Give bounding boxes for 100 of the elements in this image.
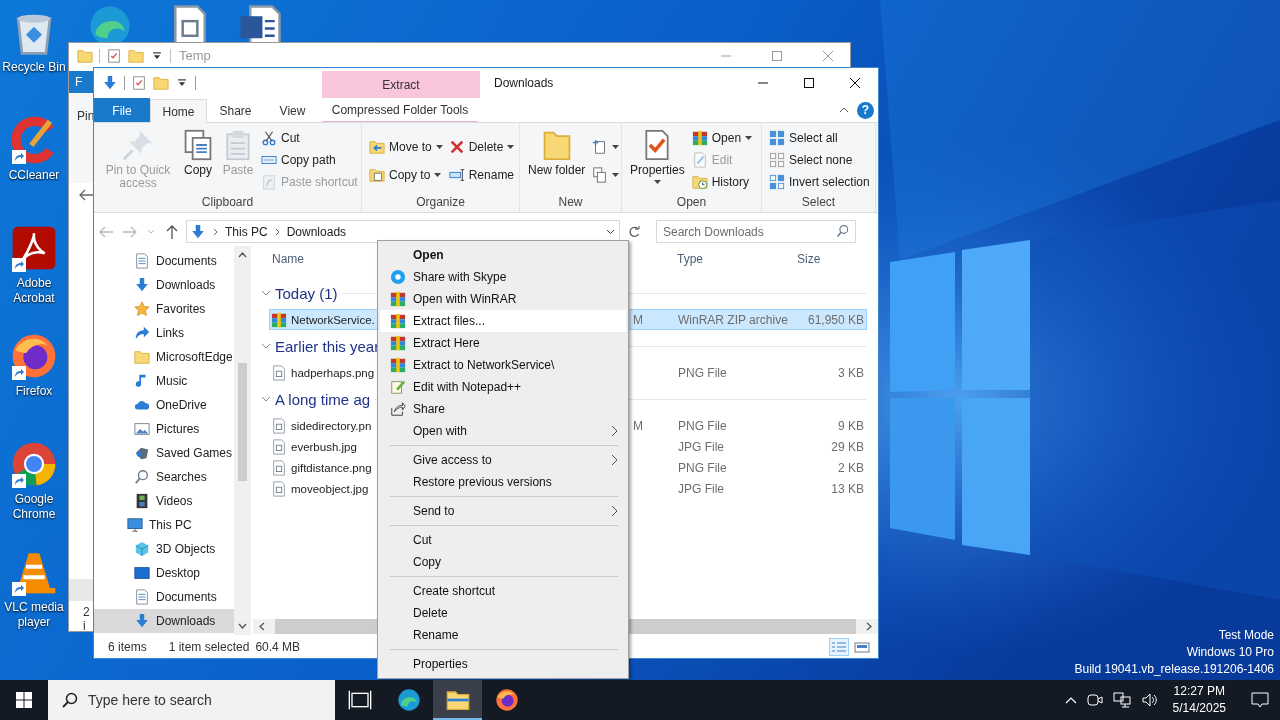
ribbon-button[interactable]: Select all (766, 127, 873, 149)
type-cell-text: JPG File (678, 481, 725, 496)
help-button[interactable]: ? (857, 101, 874, 119)
size-cell-text: 29 KB (830, 439, 864, 454)
column-header[interactable]: Size (797, 252, 821, 266)
nav-item[interactable]: MicrosoftEdge (94, 345, 234, 369)
menu-item[interactable]: Share with Skype (380, 266, 626, 288)
nav-item[interactable]: Saved Games (94, 441, 234, 465)
desktop-icon[interactable]: Adobe Acrobat (0, 220, 68, 320)
size-cell-text: 3 KB (837, 365, 864, 380)
ribbon-tab[interactable]: View (264, 98, 321, 122)
search-field[interactable]: Type here to search (48, 680, 335, 720)
ribbon-button[interactable]: Copy (178, 125, 218, 195)
nav-item[interactable]: Downloads (94, 273, 234, 297)
menu-item[interactable]: Edit with Notepad++ (380, 376, 626, 398)
desktop-icon[interactable]: VLC media player (0, 544, 68, 644)
size-cell-text: 9 KB (837, 418, 864, 433)
status-text: 6 items (108, 639, 147, 654)
status-text: 2 i (83, 605, 90, 633)
ribbon-tab[interactable]: Home (150, 99, 207, 123)
menu-item[interactable]: Copy (380, 551, 626, 573)
desktop-icon[interactable]: Firefox (0, 328, 68, 428)
menu-item[interactable]: Create shortcut (380, 580, 626, 602)
system-notice: Build 19041.vb_release.191206-1406 (1074, 661, 1274, 678)
ribbon-button[interactable]: Delete (445, 136, 518, 158)
menu-item[interactable]: Send to (380, 500, 626, 522)
ribbon-button[interactable]: Select none (766, 149, 873, 171)
column-header[interactable]: Name (272, 252, 304, 266)
ribbon-button[interactable]: New folder (524, 125, 590, 195)
menu-item[interactable]: Extract files... (380, 310, 626, 332)
breadcrumb[interactable]: This PC (225, 224, 268, 239)
menu-item[interactable]: Open (380, 244, 626, 266)
nav-item[interactable]: Favorites (94, 297, 234, 321)
nav-item[interactable]: Documents (94, 585, 234, 609)
size-cell-text: 61,950 KB (806, 312, 864, 327)
menu-item[interactable]: Open with (380, 420, 626, 442)
ribbon-tab[interactable]: Share (207, 98, 264, 122)
group-header[interactable]: Today (1) (275, 284, 338, 302)
group-label: Organize (415, 195, 466, 211)
nav-item[interactable]: This PC (94, 513, 234, 537)
type-cell-text: PNG File (678, 418, 728, 433)
status-text: 60.4 MB (255, 639, 301, 654)
nav-item[interactable]: Documents (94, 249, 234, 273)
ribbon-tab[interactable]: File (94, 98, 150, 122)
desktop-icon[interactable]: CCleaner (0, 112, 68, 212)
system-notice: Test Mode (1218, 627, 1274, 644)
nav-item[interactable]: OneDrive (94, 393, 234, 417)
nav-item[interactable]: Searches (94, 465, 234, 489)
nav-item[interactable]: Pictures (94, 417, 234, 441)
group-label: Select (800, 195, 837, 211)
column-header[interactable]: Type (677, 252, 703, 266)
breadcrumb[interactable]: Downloads (286, 224, 347, 239)
menu-item[interactable]: Extract to NetworkService\ (380, 354, 626, 376)
menu-item[interactable]: Delete (380, 602, 626, 624)
group-header[interactable]: A long time ag (275, 390, 371, 408)
type-cell-text: PNG File (678, 365, 728, 380)
ribbon-button[interactable]: Open (688, 127, 756, 149)
system-notice: Windows 10 Pro (1186, 644, 1274, 661)
ribbon-button[interactable]: Cut (258, 127, 361, 149)
nav-item[interactable]: Downloads (94, 609, 234, 633)
date-cell: M (633, 312, 643, 327)
menu-item[interactable]: Extract Here (380, 332, 626, 354)
type-cell-text: JPG File (678, 439, 725, 454)
date-cell: M (633, 418, 643, 433)
menu-item[interactable]: Cut (380, 529, 626, 551)
type-cell-text: PNG File (678, 460, 728, 475)
ribbon-tab[interactable]: F (69, 71, 94, 93)
search-field[interactable]: Search Downloads (656, 220, 856, 243)
group-label: Open (675, 195, 708, 211)
ribbon-button[interactable]: Rename (445, 164, 518, 186)
nav-item[interactable]: Videos (94, 489, 234, 513)
nav-item[interactable]: Links (94, 321, 234, 345)
size-cell-text: 2 KB (837, 460, 864, 475)
ribbon-button[interactable]: Copy path (258, 149, 361, 171)
window-title: Temp (179, 48, 211, 63)
menu-item[interactable]: Give access to (380, 449, 626, 471)
ribbon-button[interactable]: Copy to (366, 164, 446, 186)
nav-item[interactable]: 3D Objects (94, 537, 234, 561)
ribbon-button[interactable]: Move to (366, 136, 446, 158)
menu-item[interactable]: Open with WinRAR (380, 288, 626, 310)
group-label: Clipboard (200, 195, 255, 211)
menu-item[interactable]: Properties (380, 653, 626, 675)
type-cell: WinRAR ZIP archive (678, 312, 788, 327)
status-text: 1 item selected (168, 639, 250, 654)
ribbon-button[interactable]: History (688, 171, 756, 193)
group-header[interactable]: Earlier this year (275, 337, 380, 355)
nav-item[interactable]: Desktop (94, 561, 234, 585)
desktop-icon[interactable]: Recycle Bin (0, 4, 68, 104)
group-label: New (557, 195, 584, 211)
ribbon-button[interactable]: Properties (626, 125, 689, 195)
menu-item[interactable]: Share (380, 398, 626, 420)
menu-item[interactable]: Restore previous versions (380, 471, 626, 493)
window-title: Downloads (494, 75, 554, 92)
ribbon-button[interactable]: Invert selection (766, 171, 873, 193)
size-cell-text: 13 KB (830, 481, 864, 496)
desktop-icon[interactable]: Google Chrome (0, 436, 68, 536)
tool-group-header: Extract (322, 71, 480, 98)
nav-item[interactable]: Music (94, 369, 234, 393)
menu-item[interactable]: Rename (380, 624, 626, 646)
clock[interactable]: 12:27 PM 5/14/2025 (1166, 683, 1232, 717)
